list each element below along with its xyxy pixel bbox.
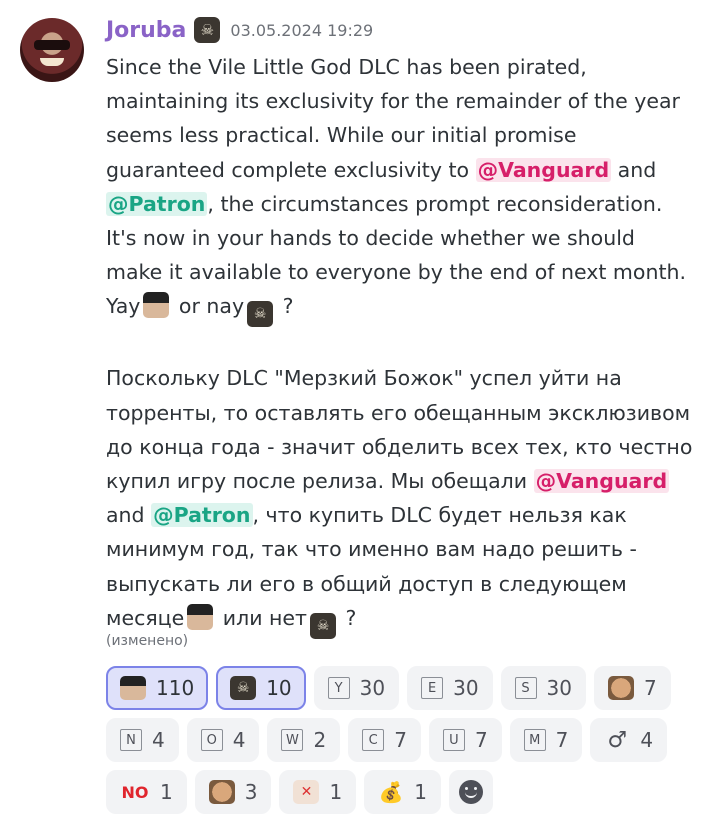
mention-patron[interactable]: @Patron xyxy=(106,191,208,216)
reaction-count: 3 xyxy=(244,780,258,804)
money-bag-icon: 💰 xyxy=(378,780,404,804)
reaction-letter-w[interactable]: W2 xyxy=(267,718,341,762)
letter-y-icon: Y xyxy=(327,677,350,699)
mention-patron[interactable]: @Patron xyxy=(151,503,253,528)
letter-s-icon: S xyxy=(514,677,537,699)
letter-m-icon: M xyxy=(523,729,546,751)
text-segment: ? xyxy=(276,294,294,319)
letter-e-icon: E xyxy=(421,677,444,699)
reaction-letter-c[interactable]: C7 xyxy=(348,718,421,762)
reaction-count: 7 xyxy=(555,728,569,752)
message-content: Since the Vile Little God DLC has been p… xyxy=(106,50,694,639)
reaction-count: 4 xyxy=(152,728,165,752)
reaction-count: 7 xyxy=(644,676,657,700)
add-reaction-button[interactable] xyxy=(448,770,493,814)
reaction-angry-cat[interactable]: ✕ 1 xyxy=(279,770,357,814)
reactions-bar: 110 ☠ 10 Y 30 E 30 S 30 7 N4 O4 W2 C7 U7 M7 … xyxy=(106,666,696,814)
laughing-face-icon xyxy=(208,780,235,804)
reaction-letter-s[interactable]: S 30 xyxy=(500,666,586,710)
reaction-face[interactable]: 7 xyxy=(594,666,671,710)
reaction-letter-e[interactable]: E 30 xyxy=(407,666,493,710)
mention-vanguard[interactable]: @Vanguard xyxy=(533,469,670,494)
author-avatar[interactable] xyxy=(20,18,84,82)
reaction-count: 7 xyxy=(474,728,488,752)
reaction-letter-m[interactable]: M7 xyxy=(509,718,583,762)
reaction-letter-y[interactable]: Y 30 xyxy=(313,666,400,710)
add-reaction-icon xyxy=(458,780,483,804)
reaction-letter-u[interactable]: U7 xyxy=(428,718,502,762)
reaction-count: 2 xyxy=(313,728,327,752)
message-timestamp[interactable]: 03.05.2024 19:29 xyxy=(230,21,373,40)
reaction-count: 30 xyxy=(453,676,479,700)
avatar-grin xyxy=(40,58,64,66)
reaction-count: 30 xyxy=(546,676,572,700)
skull-crossbones-emoji[interactable]: ☠ xyxy=(247,301,274,328)
face-icon xyxy=(608,676,634,700)
letter-w-icon: W xyxy=(281,729,304,751)
letter-c-icon: C xyxy=(362,729,385,751)
avatar-mask xyxy=(34,40,70,50)
text-segment: или нет xyxy=(216,605,307,630)
reaction-laughing-face[interactable]: 3 xyxy=(194,770,272,814)
skull-crossbones-emoji[interactable]: ☠ xyxy=(310,612,336,639)
edited-label: (изменено) xyxy=(106,633,189,649)
text-segment: and xyxy=(106,503,152,528)
reaction-count: 4 xyxy=(640,728,654,752)
pirate-captain-icon xyxy=(120,676,146,700)
message-paragraph-english: Since the Vile Little God DLC has been p… xyxy=(106,50,694,328)
message-paragraph-russian: Поскольку DLC "Мерзкий Божок" успел уйти… xyxy=(106,361,694,639)
skull-crossbones-icon: ☠ xyxy=(230,676,257,700)
letter-n-icon: N xyxy=(120,729,142,751)
reaction-count: 4 xyxy=(232,728,246,752)
pirate-captain-emoji[interactable] xyxy=(187,603,214,630)
reaction-count: 1 xyxy=(414,780,427,804)
reaction-male-sign[interactable]: ♂ 4 xyxy=(590,718,668,762)
letter-o-icon: O xyxy=(200,729,223,751)
text-segment: ? xyxy=(339,605,357,630)
mention-vanguard[interactable]: @Vanguard xyxy=(475,157,612,182)
text-segment: and xyxy=(611,157,657,182)
reaction-count: 30 xyxy=(359,676,386,700)
text-segment: or nay xyxy=(172,294,245,319)
reaction-count: 7 xyxy=(394,728,407,752)
reaction-count: 1 xyxy=(329,780,343,804)
message-header: Joruba ☠ 03.05.2024 19:29 xyxy=(106,14,373,46)
role-skull-icon[interactable]: ☠ xyxy=(194,17,221,43)
reaction-pirate-captain[interactable]: 110 xyxy=(106,666,209,710)
pirate-captain-emoji[interactable] xyxy=(143,292,170,319)
reaction-letter-o[interactable]: O4 xyxy=(186,718,260,762)
reaction-count: 1 xyxy=(160,780,173,804)
angry-cat-icon: ✕ xyxy=(293,780,320,804)
no-sign-icon: NO xyxy=(121,782,149,802)
reaction-no-sign[interactable]: NO 1 xyxy=(106,770,187,814)
author-name[interactable]: Joruba xyxy=(106,18,186,43)
male-sign-icon: ♂ xyxy=(607,727,628,753)
reaction-count: 10 xyxy=(266,676,292,700)
reaction-skull-crossbones[interactable]: ☠ 10 xyxy=(216,666,306,710)
reaction-money-bag[interactable]: 💰 1 xyxy=(364,770,441,814)
letter-u-icon: U xyxy=(442,729,465,751)
reaction-count: 110 xyxy=(156,676,195,700)
reaction-letter-n[interactable]: N4 xyxy=(106,718,179,762)
